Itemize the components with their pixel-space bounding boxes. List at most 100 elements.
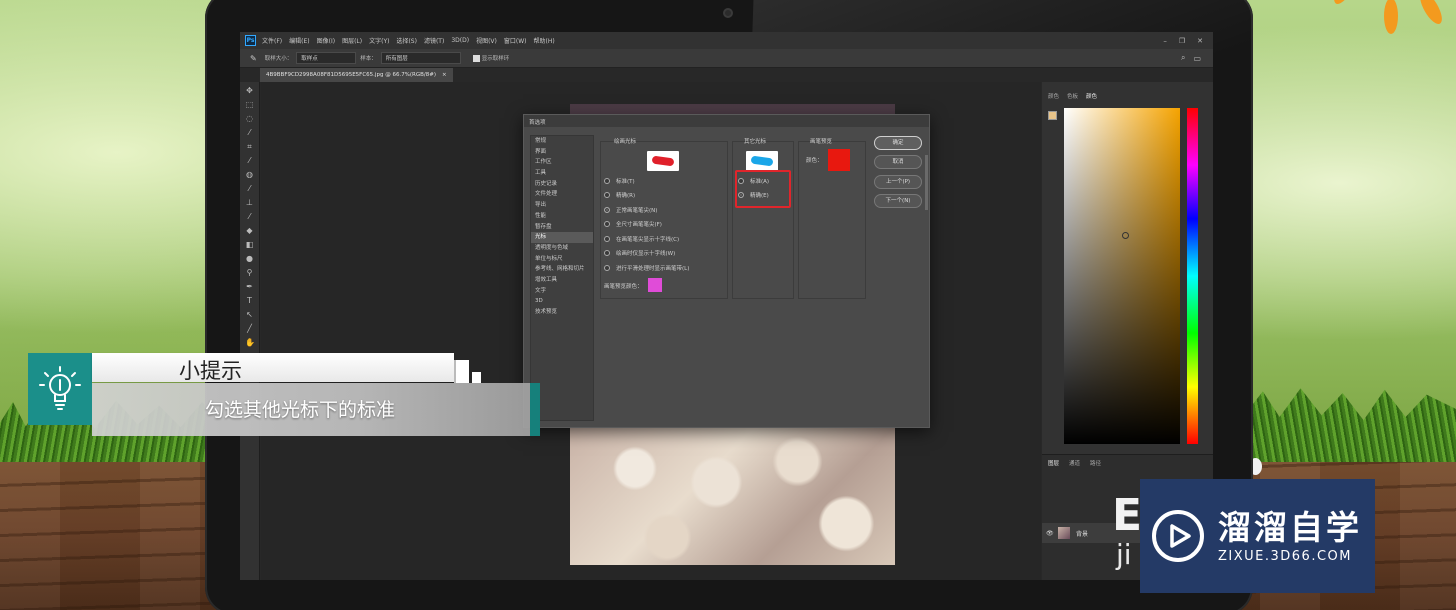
- webcam-icon: [723, 8, 733, 18]
- brush-preview-red-swatch[interactable]: [828, 149, 850, 171]
- quick-select-tool-icon[interactable]: ⁄: [245, 128, 254, 137]
- radio-button[interactable]: [604, 192, 610, 198]
- sample-size-select[interactable]: 取样点: [296, 52, 357, 64]
- pen-tool-icon[interactable]: ✒: [245, 282, 254, 291]
- category-item[interactable]: 单位与标尺: [531, 254, 593, 265]
- menu-file[interactable]: 文件(F): [262, 36, 282, 45]
- menu-filter[interactable]: 滤镜(T): [424, 36, 444, 45]
- lasso-tool-icon[interactable]: ◌: [245, 114, 254, 123]
- category-item[interactable]: 技术预览: [531, 307, 593, 318]
- hand-tool-icon[interactable]: ✋: [245, 338, 255, 347]
- next-button[interactable]: 下一个(N): [874, 194, 922, 208]
- category-item[interactable]: 工作区: [531, 157, 593, 168]
- minimize-icon[interactable]: –: [1163, 37, 1167, 45]
- crop-tool-icon[interactable]: ⌗: [245, 142, 254, 151]
- checkbox[interactable]: [604, 236, 610, 242]
- shape-tool-icon[interactable]: ╱: [245, 324, 254, 333]
- hue-slider[interactable]: [1187, 108, 1198, 444]
- radio-button[interactable]: [604, 178, 610, 184]
- tab-color[interactable]: 颜色: [1048, 92, 1059, 100]
- checkbox-crosshair-in-brush[interactable]: 在画笔笔尖显示十字线(C): [604, 235, 679, 243]
- category-item-selected[interactable]: 光标: [531, 232, 593, 243]
- brush-preview-color-swatch[interactable]: [648, 278, 662, 292]
- checkbox[interactable]: [604, 250, 610, 256]
- menu-window[interactable]: 窗口(W): [504, 36, 527, 45]
- ok-button[interactable]: 确定: [874, 136, 922, 150]
- tab-paths[interactable]: 路径: [1090, 459, 1101, 467]
- category-item[interactable]: 工具: [531, 168, 593, 179]
- history-brush-icon[interactable]: ⁄: [245, 212, 254, 221]
- category-item[interactable]: 导出: [531, 200, 593, 211]
- type-tool-icon[interactable]: T: [245, 296, 254, 305]
- checkbox-crosshair-only[interactable]: 绘画时仅显示十字线(W): [604, 249, 675, 257]
- tab-color-active[interactable]: 颜色: [1086, 92, 1097, 100]
- dodge-tool-icon[interactable]: ⚲: [245, 268, 254, 277]
- healing-tool-icon[interactable]: ◍: [245, 170, 254, 179]
- category-item[interactable]: 历史记录: [531, 179, 593, 190]
- radio-full-size-brush-tip[interactable]: 全尺寸画笔笔尖(F): [604, 220, 662, 228]
- category-item[interactable]: 暂存盘: [531, 222, 593, 233]
- brush-tool-icon[interactable]: ⁄: [245, 184, 254, 193]
- color-picker-ring[interactable]: [1122, 232, 1129, 239]
- gradient-tool-icon[interactable]: ◧: [245, 240, 254, 249]
- restore-icon[interactable]: ❐: [1179, 37, 1185, 45]
- category-item[interactable]: 性能: [531, 211, 593, 222]
- tab-layers[interactable]: 图层: [1048, 459, 1059, 467]
- menu-edit[interactable]: 编辑(E): [289, 36, 309, 45]
- color-picker-field[interactable]: [1064, 108, 1180, 444]
- show-ring-checkbox[interactable]: [472, 54, 480, 62]
- menu-image[interactable]: 图像(I): [317, 36, 335, 45]
- menu-help[interactable]: 帮助(H): [534, 36, 555, 45]
- category-item[interactable]: 文件处理: [531, 189, 593, 200]
- blur-tool-icon[interactable]: ●: [245, 254, 254, 263]
- search-icon[interactable]: ⌕: [1181, 53, 1185, 63]
- tab-channels[interactable]: 通道: [1069, 459, 1080, 467]
- move-tool-icon[interactable]: ✥: [245, 86, 254, 95]
- category-item[interactable]: 增效工具: [531, 275, 593, 286]
- category-item[interactable]: 参考线、网格和切片: [531, 264, 593, 275]
- checkbox[interactable]: [604, 265, 610, 271]
- radio-standard-painting[interactable]: 标准(T): [604, 177, 635, 185]
- radio-button-selected[interactable]: [604, 207, 610, 213]
- document-tab[interactable]: 4B9BBF9CD2998A08F81D5695E5FC65.jpg @ 66.…: [260, 68, 453, 82]
- tip-icon-box: [28, 353, 92, 425]
- menu-3d[interactable]: 3D(D): [451, 37, 469, 44]
- tab-swatches[interactable]: 色板: [1067, 92, 1078, 100]
- background-letter: E: [1112, 490, 1143, 541]
- tab-close-icon[interactable]: ×: [442, 72, 447, 78]
- category-item[interactable]: 界面: [531, 147, 593, 158]
- checkbox-brush-leash[interactable]: 进行平滑处理时显示画笔带(L): [604, 264, 689, 272]
- stamp-tool-icon[interactable]: ⊥: [245, 198, 254, 207]
- brush-preview-color-row: 画笔预览颜色：: [604, 282, 643, 290]
- menu-type[interactable]: 文字(Y): [369, 36, 389, 45]
- workspace-icon[interactable]: ▭: [1193, 54, 1201, 63]
- category-item[interactable]: 3D: [531, 296, 593, 307]
- category-item[interactable]: 透明度与色域: [531, 243, 593, 254]
- checkbox-label: 在画笔笔尖显示十字线(C): [616, 237, 680, 243]
- eye-icon[interactable]: 👁: [1046, 530, 1054, 537]
- eyedropper-tool-icon[interactable]: ✎: [250, 54, 257, 63]
- path-select-icon[interactable]: ↖: [245, 310, 254, 319]
- close-icon[interactable]: ✕: [1197, 37, 1203, 45]
- category-item[interactable]: 常规: [531, 136, 593, 147]
- eyedropper-icon[interactable]: ⁄: [245, 156, 254, 165]
- menu-view[interactable]: 视图(V): [476, 36, 497, 45]
- category-item[interactable]: 文字: [531, 286, 593, 297]
- eraser-tool-icon[interactable]: ◆: [245, 226, 254, 235]
- radio-button[interactable]: [604, 221, 610, 227]
- checkbox-label: 进行平滑处理时显示画笔带(L): [616, 266, 690, 272]
- brand-name: 溜溜自学: [1218, 507, 1362, 547]
- ps-toolbar: ✥ ⬚ ◌ ⁄ ⌗ ⁄ ◍ ⁄ ⊥ ⁄ ◆ ◧ ● ⚲ ✒ T ↖ ╱ ✋: [240, 82, 260, 580]
- sample-select[interactable]: 所有图层: [380, 52, 461, 64]
- menu-layer[interactable]: 图层(L): [342, 36, 362, 45]
- menu-select[interactable]: 选择(S): [396, 36, 417, 45]
- cancel-button[interactable]: 取消: [874, 155, 922, 169]
- radio-precise-painting[interactable]: 精确(R): [604, 191, 635, 199]
- foreground-swatch[interactable]: [1048, 111, 1057, 120]
- dialog-scrollbar[interactable]: [925, 155, 928, 210]
- ps-options-bar: ✎ 取样大小： 取样点 样本： 所有图层 显示取样环 ⌕ ▭: [240, 49, 1213, 68]
- radio-normal-brush-tip[interactable]: 正常画笔笔尖(N): [604, 206, 657, 214]
- play-logo-icon: [1152, 510, 1204, 562]
- marquee-tool-icon[interactable]: ⬚: [245, 100, 254, 109]
- previous-button[interactable]: 上一个(P): [874, 175, 922, 189]
